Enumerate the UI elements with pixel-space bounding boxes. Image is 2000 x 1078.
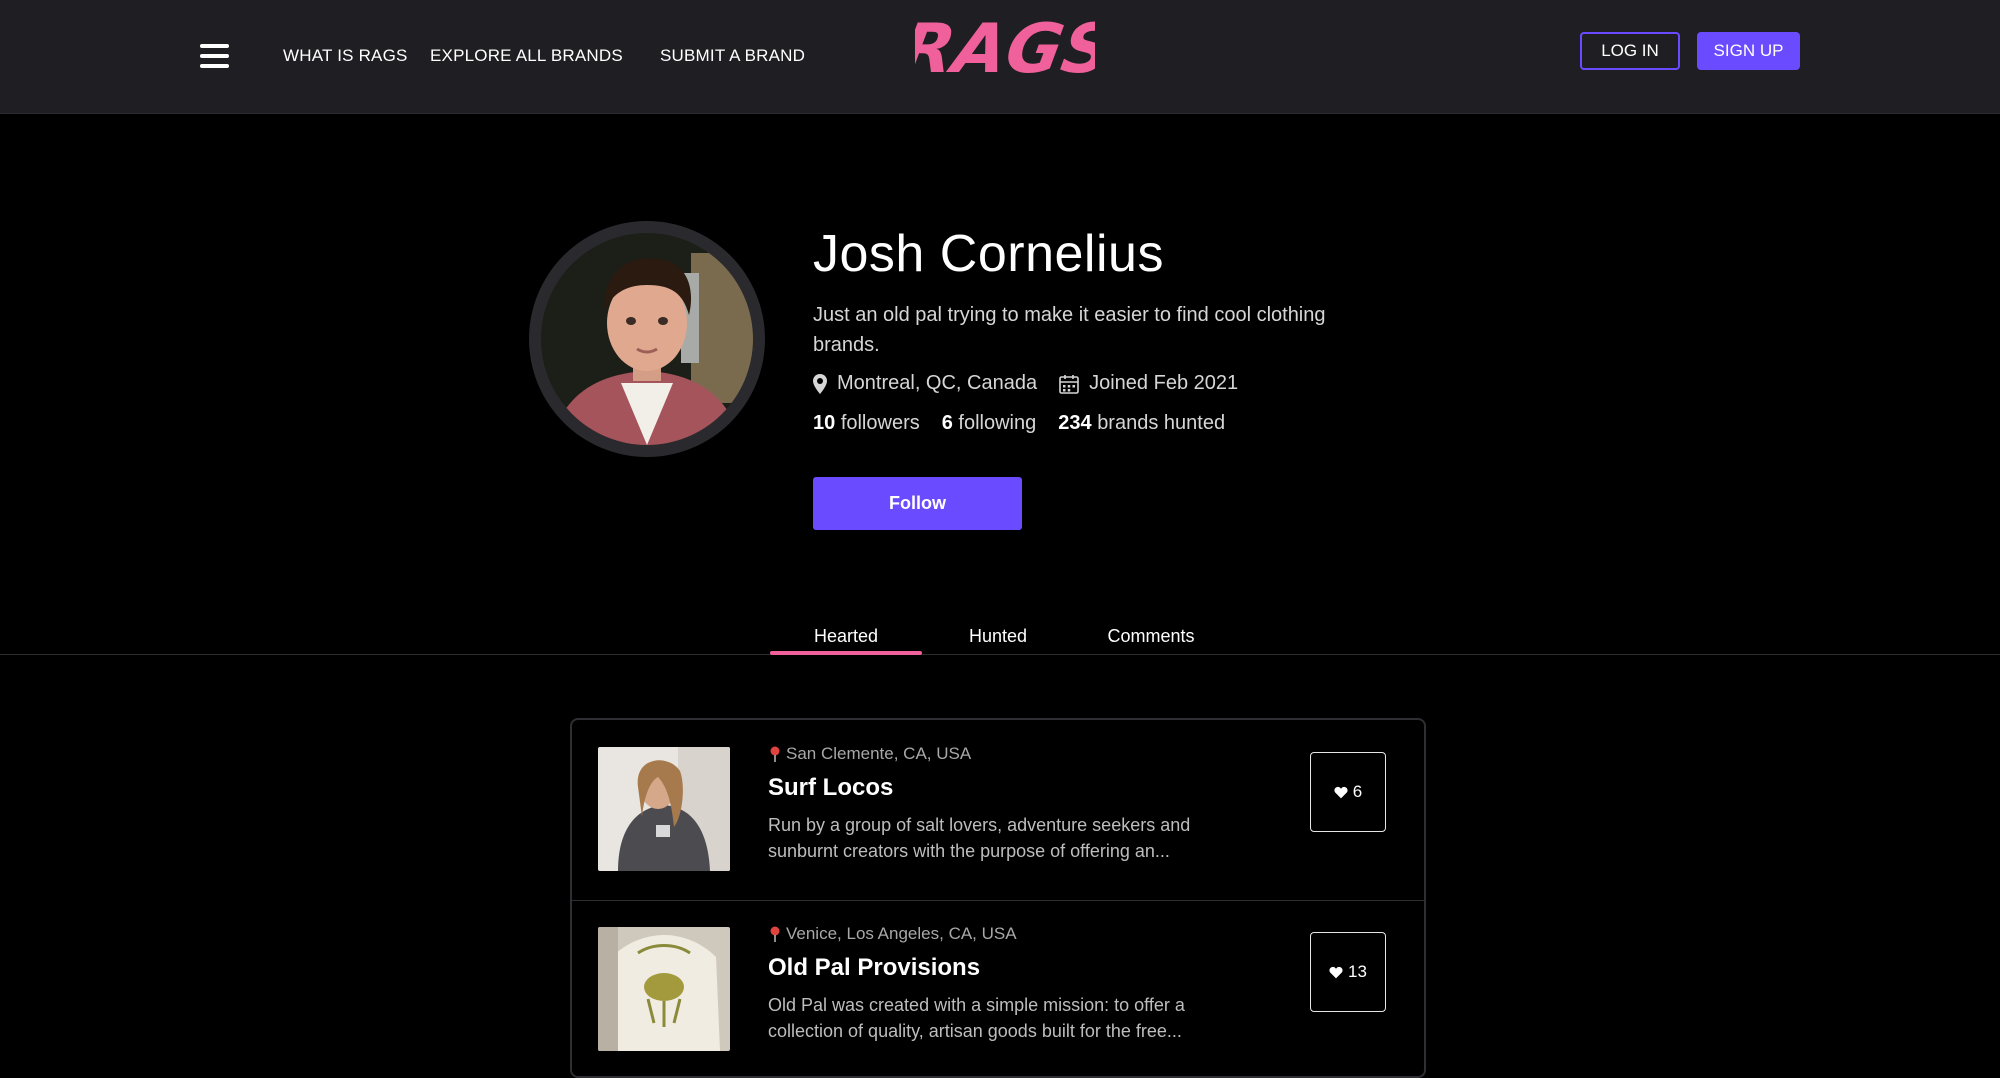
location-item: Montreal, QC, Canada [813,372,1037,395]
brand-name[interactable]: Surf Locos [768,774,893,802]
brands-count: 234 [1058,412,1092,434]
nav-submit-a-brand[interactable]: SUBMIT A BRAND [660,46,805,66]
brand-location-text: San Clemente, CA, USA [786,744,972,763]
brand-description: Run by a group of salt lovers, adventure… [768,815,1191,861]
avatar-ring [529,221,765,457]
profile-joined: Joined Feb 2021 [1089,372,1239,394]
following-label: following [958,412,1037,434]
tab-comments[interactable]: Comments [1074,626,1228,647]
brand-name[interactable]: Old Pal Provisions [768,954,980,982]
location-pin-icon [813,373,827,394]
profile-meta: Montreal, QC, Canada Joined Feb 2021 [813,372,1260,395]
brand-location: Venice, Los Angeles, CA, USA [768,924,1017,944]
map-pin-icon [770,746,780,762]
brand-photo [598,747,730,871]
heart-count: 6 [1352,782,1363,801]
brands-label: brands hunted [1097,412,1226,434]
tab-hearted[interactable]: Hearted [770,626,922,647]
nav-explore-all-brands[interactable]: EXPLORE ALL BRANDS [430,46,623,66]
followers-label: followers [840,412,920,434]
signup-button[interactable]: SIGN UP [1697,32,1800,70]
logo-text: RAGS [915,14,1095,89]
brand-location-text: Venice, Los Angeles, CA, USA [786,924,1017,943]
heart-button[interactable]: 13 [1310,932,1386,1012]
avatar [541,233,753,445]
heart-icon [1334,786,1348,798]
follow-button[interactable]: Follow [813,477,1022,530]
brand-thumbnail[interactable] [598,927,730,1051]
profile-name: Josh Cornelius [813,225,1164,283]
login-button[interactable]: LOG IN [1580,32,1680,70]
tab-hunted[interactable]: Hunted [922,626,1074,647]
heart-button[interactable]: 6 [1310,752,1386,832]
brand-photo [598,927,730,1051]
following-count: 6 [941,412,953,434]
brand-card[interactable]: Venice, Los Angeles, CA, USA Old Pal Pro… [572,900,1424,1076]
brand-thumbnail[interactable] [598,747,730,871]
avatar-photo [541,233,753,445]
heart-count: 13 [1348,962,1367,981]
profile-stats: 10 followers 6 following 234 brands hunt… [813,412,1247,435]
rags-logo[interactable]: RAGS [915,14,1095,98]
followers-count: 10 [813,412,836,434]
hamburger-menu-icon[interactable] [200,44,229,68]
heart-icon [1329,966,1343,978]
profile-bio: Just an old pal trying to make it easier… [813,304,1326,356]
following-stat[interactable]: 6 following [942,412,1037,435]
brand-description: Old Pal was created with a simple missio… [768,995,1185,1041]
profile-location: Montreal, QC, Canada [837,372,1038,394]
active-tab-indicator [770,651,922,655]
joined-item: Joined Feb 2021 [1059,372,1238,395]
top-nav-bar: WHAT IS RAGS EXPLORE ALL BRANDS SUBMIT A… [0,0,2000,114]
calendar-icon [1059,374,1079,394]
followers-stat[interactable]: 10 followers [813,412,920,435]
brand-card[interactable]: San Clemente, CA, USA Surf Locos Run by … [572,720,1424,901]
brand-location: San Clemente, CA, USA [768,744,971,764]
brands-hunted-stat[interactable]: 234 brands hunted [1058,412,1225,435]
brand-list: San Clemente, CA, USA Surf Locos Run by … [570,718,1426,1078]
tabs-divider [0,654,2000,655]
nav-what-is-rags[interactable]: WHAT IS RAGS [283,46,408,66]
map-pin-icon [770,926,780,942]
